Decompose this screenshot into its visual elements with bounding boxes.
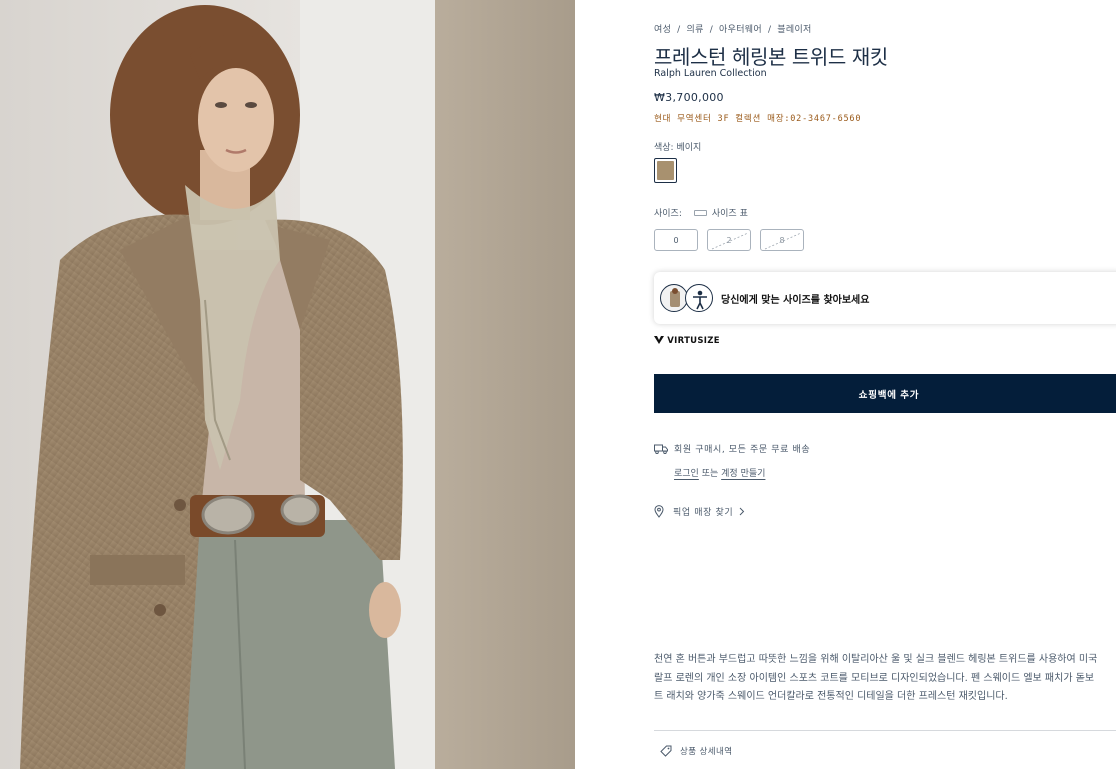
description-line: 천연 혼 버튼과 부드럽고 따뜻한 느낌을 위해 이탈리아산 울 및 실크 블렌… [654,654,1098,665]
breadcrumb-item[interactable]: 블레이저 [777,25,811,35]
virtusize-widget[interactable]: 당신에게 맞는 사이즈를 찾아보세요 [654,272,1116,324]
pickup-store-link[interactable]: 픽업 매장 찾기 [654,505,745,518]
description-line: 트 래치와 양가죽 스웨이드 언더칼라로 전통적인 디테일을 더한 프레스턴 재… [654,691,1008,702]
or-text: 또는 [701,469,719,479]
strikethrough-icon [711,232,749,250]
color-swatch-beige[interactable] [654,158,677,183]
size-label: 사이즈: [654,209,682,219]
add-to-bag-button[interactable]: 쇼핑백에 추가 [654,374,1116,413]
product-info-panel: 여성 / 의류 / 아우터웨어 / 블레이저 프레스턴 헤링본 트위드 재킷 Ralph L… [654,0,1116,769]
swatch-fill [657,161,674,180]
garment-thumbnail-icon [660,284,688,312]
virtusize-v-icon [654,336,664,344]
shipping-text: 회원 구매시, 모든 주문 무료 배송 [674,445,811,455]
chevron-right-icon [739,507,745,516]
size-row: 사이즈: 사이즈 표 [654,206,748,219]
body-fit-icon [685,284,713,312]
size-option-label: 0 [673,235,679,245]
product-title: 프레스턴 헤링본 트위드 재킷 [654,45,888,69]
auth-links: 로그인 또는 계정 만들기 [674,466,765,479]
virtusize-logo: VIRTUSIZE [654,336,720,346]
product-brand: Ralph Lauren Collection [654,68,767,79]
product-photo [0,0,575,769]
pickup-label: 픽업 매장 찾기 [673,508,734,518]
size-option-8-unavailable[interactable]: 8 [760,229,804,251]
product-details-toggle[interactable]: 상품 상세내역 [660,745,732,757]
description-line: 랄프 로렌의 개인 소장 아이템인 스포츠 코트를 모티브로 디자인되었습니다.… [654,672,1095,684]
ruler-icon [693,209,707,216]
truck-icon [654,444,668,454]
shipping-info: 회원 구매시, 모든 주문 무료 배송 [654,442,810,455]
divider [654,730,1116,731]
tag-icon [660,745,672,757]
strikethrough-icon [764,232,802,250]
breadcrumb-item[interactable]: 여성 [654,25,671,35]
create-account-link[interactable]: 계정 만들기 [721,469,765,479]
store-info: 현대 무역센터 3F 컬렉션 매장:02-3467-6560 [654,114,862,124]
details-label: 상품 상세내역 [680,747,733,757]
breadcrumb-separator: / [677,25,681,35]
virtusize-logo-text: VIRTUSIZE [667,336,720,346]
virtusize-prompt: 당신에게 맞는 사이즈를 찾아보세요 [721,294,870,306]
size-option-2-unavailable[interactable]: 2 [707,229,751,251]
breadcrumb-item[interactable]: 의류 [687,25,704,35]
product-description: 천연 혼 버튼과 부드럽고 따뜻한 느낌을 위해 이탈리아산 울 및 실크 블렌… [654,651,1116,707]
size-option-0[interactable]: 0 [654,229,698,251]
breadcrumb-separator: / [767,25,772,35]
product-price: ₩3,700,000 [654,91,724,104]
size-chart-link[interactable]: 사이즈 표 [712,206,748,219]
breadcrumb-separator: / [709,25,714,35]
breadcrumb-item[interactable]: 아우터웨어 [719,25,762,35]
color-label: 색상: 베이지 [654,143,702,153]
breadcrumb: 여성 / 의류 / 아우터웨어 / 블레이저 [654,22,812,35]
location-pin-icon [654,505,664,518]
login-link[interactable]: 로그인 [674,469,699,479]
